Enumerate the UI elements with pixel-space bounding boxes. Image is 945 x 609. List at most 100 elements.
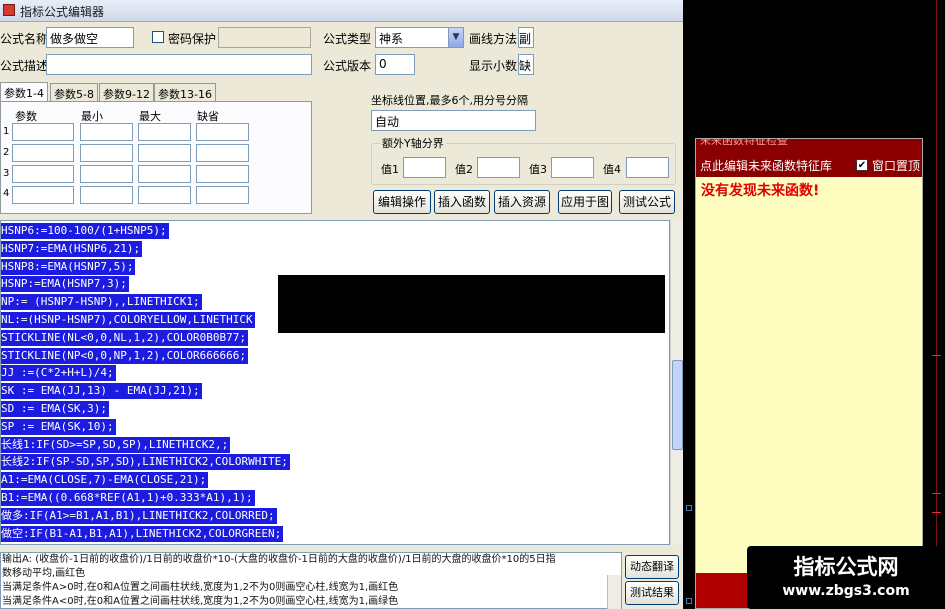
dynamic-translate-button[interactable]: 动态翻译	[625, 555, 679, 579]
param-header-min: 最小	[81, 110, 103, 123]
param-default-cell[interactable]	[196, 165, 249, 183]
test-formula-button[interactable]: 测试公式	[619, 190, 675, 214]
tab-params-1-4[interactable]: 参数1-4	[0, 82, 48, 102]
apply-to-chart-button[interactable]: 应用于图	[558, 190, 612, 214]
chart-marker	[686, 505, 692, 511]
password-label: 密码保护	[168, 32, 217, 46]
code-line[interactable]: SD := EMA(SK,3);	[1, 401, 109, 417]
chart-tick	[932, 512, 941, 513]
code-line[interactable]: 做多:IF(A1>=B1,A1,B1),LINETHICK2,COLORRED;	[1, 507, 277, 524]
param-row-num: 3	[3, 168, 10, 179]
param-min-cell[interactable]	[80, 144, 133, 162]
param-name-cell[interactable]	[12, 144, 74, 162]
param-header-default: 缺省	[197, 110, 219, 123]
tab-params-5-8[interactable]: 参数5-8	[50, 83, 98, 103]
output-line: 当满足条件A<0时,在0和A位置之间画柱状线,宽度为1,2不为0则画空心柱,线宽…	[2, 596, 399, 607]
name-input[interactable]: 做多做空	[46, 27, 134, 48]
tab-params-13-16[interactable]: 参数13-16	[154, 83, 216, 103]
y-value-4-input[interactable]	[626, 157, 669, 178]
decimals-label: 显示小数	[469, 59, 518, 73]
code-scrollbar[interactable]	[670, 220, 683, 545]
param-row-num: 2	[3, 147, 10, 158]
chart-marker	[686, 598, 692, 604]
scrollbar-thumb[interactable]	[672, 360, 683, 450]
output-scrollbar[interactable]	[607, 575, 621, 609]
y-value-label: 值1	[381, 163, 399, 176]
param-name-cell[interactable]	[12, 165, 74, 183]
y-axis-legend: 额外Y轴分界	[380, 135, 446, 151]
title-bar: 指标公式编辑器	[0, 0, 683, 22]
draw-method-label: 画线方法	[469, 32, 518, 46]
code-line[interactable]: STICKLINE(NL<0,0,NL,1,2),COLOR0B0B77;	[1, 329, 249, 346]
version-input[interactable]: 0	[375, 54, 415, 75]
code-line[interactable]: 长线2:IF(SP-SD,SP,SD),LINETHICK2,COLORWHIT…	[1, 454, 290, 471]
param-name-cell[interactable]	[12, 123, 74, 141]
coord-input[interactable]: 自动	[371, 110, 536, 131]
param-max-cell[interactable]	[138, 144, 191, 162]
param-row-num: 4	[3, 188, 10, 199]
y-value-1-input[interactable]	[403, 157, 446, 178]
type-label: 公式类型	[323, 32, 372, 46]
password-checkbox[interactable]	[152, 31, 164, 43]
code-line[interactable]: A1:=EMA(CLOSE,7)-EMA(CLOSE,21);	[1, 472, 209, 489]
output-description: 输出A: (收盘价-1日前的收盘价)/1日前的收盘价*10-(大盘的收盘价-1日…	[0, 552, 622, 609]
chevron-down-icon[interactable]: ▼	[448, 28, 463, 47]
watermark-badge: 指标公式网 www.zbgs3.com	[747, 546, 945, 609]
password-input[interactable]	[218, 27, 311, 48]
insert-function-button[interactable]: 插入函数	[434, 190, 490, 214]
desc-label: 公式描述	[0, 59, 49, 73]
y-value-label: 值3	[529, 163, 547, 176]
edit-operation-button[interactable]: 编辑操作	[373, 190, 431, 214]
draw-method-select[interactable]: 副	[518, 27, 534, 48]
code-line[interactable]: HSNP7:=EMA(HSNP6,21);	[1, 240, 143, 257]
param-header-max: 最大	[139, 110, 161, 123]
param-min-cell[interactable]	[80, 186, 133, 204]
insert-resource-button[interactable]: 插入资源	[494, 190, 550, 214]
topmost-label: 窗口置顶	[872, 159, 921, 173]
desc-input[interactable]	[46, 54, 312, 75]
y-value-label: 值4	[603, 163, 621, 176]
edit-library-link[interactable]: 点此编辑未来函数特征库	[700, 157, 832, 174]
param-row-num: 1	[3, 126, 10, 137]
code-line[interactable]: SK := EMA(JJ,13) - EMA(JJ,21);	[1, 383, 202, 400]
param-default-cell[interactable]	[196, 123, 249, 141]
decimals-select[interactable]: 缺	[518, 54, 534, 75]
code-line[interactable]: HSNP8:=EMA(HSNP7,5);	[1, 258, 136, 275]
code-line[interactable]: STICKLINE(NP<0,0,NP,1,2),COLOR666666;	[1, 347, 249, 364]
code-line[interactable]: SP := EMA(SK,10);	[1, 418, 116, 435]
code-line[interactable]: NP:= (HSNP7-HSNP),,LINETHICK1;	[1, 294, 202, 311]
code-line[interactable]: B1:=EMA((0.668*REF(A1,1)+0.333*A1),1);	[1, 490, 255, 506]
y-value-label: 值2	[455, 163, 473, 176]
param-default-cell[interactable]	[196, 144, 249, 162]
param-default-cell[interactable]	[196, 186, 249, 204]
code-line[interactable]: JJ :=(C*2+H+L)/4;	[1, 365, 116, 382]
code-editor[interactable]: HSNP6:=100-100/(1+HSNP5); HSNP7:=EMA(HSNP…	[0, 220, 670, 545]
no-future-function-warning: 没有发现未来函数!	[701, 183, 820, 199]
param-min-cell[interactable]	[80, 123, 133, 141]
params-panel: 参数 最小 最大 缺省 1 2 3 4	[0, 101, 312, 214]
output-line: 数移动平均,画红色	[2, 568, 86, 579]
param-min-cell[interactable]	[80, 165, 133, 183]
y-value-3-input[interactable]	[551, 157, 594, 178]
param-max-cell[interactable]	[138, 123, 191, 141]
code-line[interactable]: 做空:IF(B1-A1,B1,A1),LINETHICK2,COLORGREEN…	[1, 525, 284, 542]
param-max-cell[interactable]	[138, 165, 191, 183]
window-title: 指标公式编辑器	[20, 5, 105, 19]
code-line[interactable]: HSNP6:=100-100/(1+HSNP5);	[1, 223, 169, 239]
output-line: 当满足条件A>0时,在0和A位置之间画柱状线,宽度为1,2不为0则画空心柱,线宽…	[2, 582, 399, 593]
name-label: 公式名称	[0, 32, 49, 46]
watermark-title: 指标公式网	[793, 555, 899, 579]
tab-params-9-12[interactable]: 参数9-12	[99, 83, 154, 103]
topmost-checkbox[interactable]: ✔	[856, 159, 868, 171]
panel-title: 未来函数特征检查	[700, 139, 788, 145]
code-line[interactable]: 长线1:IF(SD>=SP,SD,SP),LINETHICK2,;	[1, 436, 231, 453]
y-value-2-input[interactable]	[477, 157, 520, 178]
test-result-button[interactable]: 测试结果	[625, 581, 679, 605]
code-line[interactable]: NL:=(HSNP-HSNP7),COLORYELLOW,LINETHICK	[1, 312, 255, 328]
type-value: 神系	[379, 32, 404, 46]
chart-tick	[932, 493, 941, 494]
param-max-cell[interactable]	[138, 186, 191, 204]
output-line: 输出A: (收盘价-1日前的收盘价)/1日前的收盘价*10-(大盘的收盘价-1日…	[2, 554, 556, 565]
code-line[interactable]: HSNP:=EMA(HSNP7,3);	[1, 276, 129, 293]
param-name-cell[interactable]	[12, 186, 74, 204]
